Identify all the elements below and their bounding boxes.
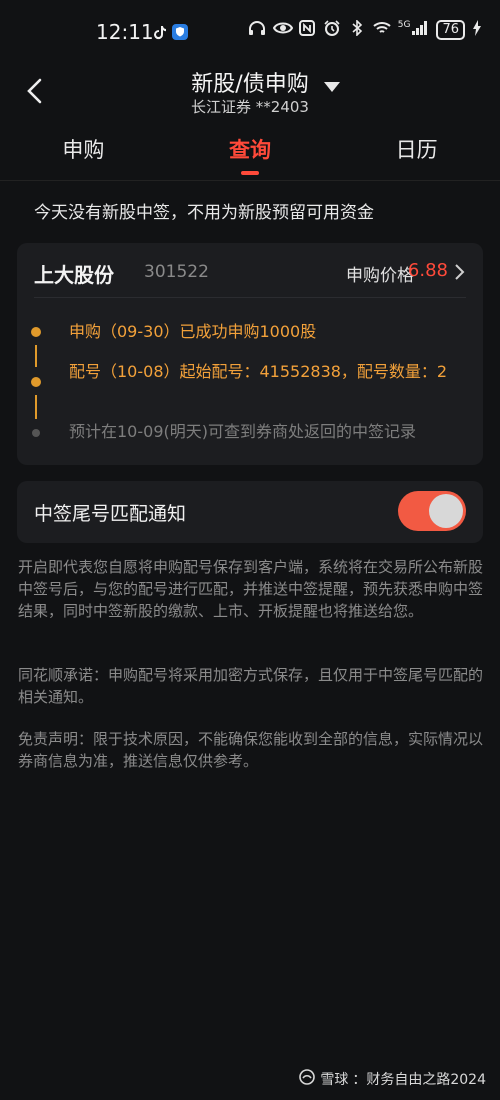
info-paragraph-description: 开启即代表您自愿将申购配号保存到客户端，系统将在交易所公布新股中签号后，与您的配… (18, 558, 484, 620)
winning-notification-row: 中签尾号匹配通知 (17, 481, 483, 543)
stock-card-header[interactable]: 上大股份 301522 申购价格 6.88 (34, 257, 466, 298)
tiktok-icon (152, 24, 168, 40)
tab-calendar[interactable]: 日历 (333, 124, 500, 180)
status-time: 12:11 (96, 20, 154, 44)
chevron-right-icon[interactable] (452, 263, 466, 281)
status-icons: 5G 76 (248, 19, 482, 40)
stock-name: 上大股份 (34, 263, 114, 287)
alarm-icon (323, 20, 341, 40)
watermark: 雪球 ：财务自由之路2024 (298, 1068, 486, 1090)
tab-bar: 申购 查询 日历 (0, 124, 500, 181)
bluetooth-icon (348, 19, 366, 40)
stock-code: 301522 (144, 262, 209, 282)
timeline-step-allotment: 配号（10-08）起始配号：41552838，配号数量：2 (69, 362, 448, 381)
wifi-icon (373, 21, 391, 39)
active-tab-indicator (241, 171, 259, 175)
timeline-dot-pending (32, 429, 40, 437)
timeline-step-subscribe: 申购（09-30）已成功申购1000股 (69, 322, 317, 341)
tab-subscribe[interactable]: 申购 (0, 124, 167, 180)
shield-app-icon (172, 24, 188, 40)
stock-card: 上大股份 301522 申购价格 6.88 申购（09-30）已成功申购1000… (17, 243, 483, 465)
watermark-brand: 雪球 (320, 1072, 349, 1088)
snowball-logo-icon (298, 1068, 316, 1090)
account-subtitle: 长江证券 **2403 (191, 98, 309, 116)
timeline-connector (35, 395, 37, 419)
price-label: 申购价格 (346, 266, 414, 286)
caret-down-icon[interactable] (324, 82, 340, 92)
signal-icon (411, 21, 429, 39)
winning-notification-toggle[interactable] (398, 491, 466, 531)
tab-query[interactable]: 查询 (167, 124, 334, 180)
nfc-icon (298, 20, 316, 40)
info-paragraph-promise: 同花顺承诺：申购配号将采用加密方式保存，且仅用于中签尾号匹配的相关通知。 (18, 666, 484, 706)
eye-icon (272, 21, 293, 39)
no-winning-notice: 今天没有新股中签，不用为新股预留可用资金 (34, 203, 374, 223)
timeline-dot-done (31, 327, 41, 337)
watermark-text: ：财务自由之路2024 (352, 1072, 486, 1088)
timeline-step-result: 预计在10-09(明天)可查到券商处返回的中签记录 (69, 422, 416, 441)
timeline-connector (35, 345, 37, 367)
timeline-dot-done (31, 377, 41, 387)
headphones-icon (248, 20, 266, 40)
page-header: 新股/债申购 长江证券 **2403 (0, 62, 500, 124)
toggle-label: 中签尾号匹配通知 (34, 503, 187, 525)
network-label: 5G (397, 20, 411, 30)
info-paragraph-disclaimer: 免责声明：限于技术原因，不能确保您能收到全部的信息，实际情况以券商信息为准，推送… (18, 730, 484, 770)
toggle-knob (429, 494, 463, 528)
page-title[interactable]: 新股/债申购 (0, 66, 500, 98)
battery-indicator: 76 (436, 20, 465, 40)
status-bar: 12:11 5G 76 (0, 0, 500, 62)
price-value: 6.88 (407, 260, 448, 281)
charging-icon (472, 20, 482, 40)
